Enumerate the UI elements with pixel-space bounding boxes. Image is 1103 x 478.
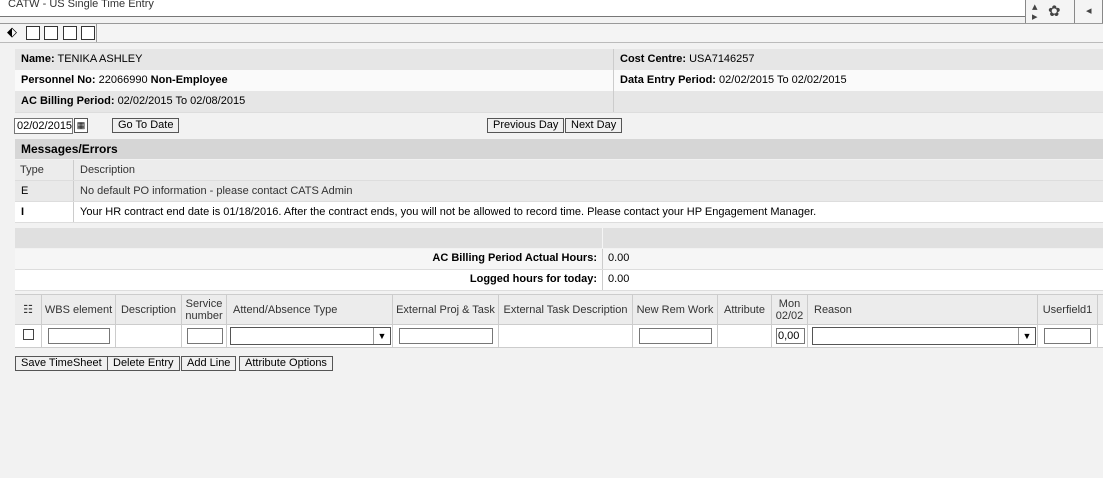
go-to-date-button[interactable]: Go To Date bbox=[112, 118, 180, 133]
col-external-task: External Task Description bbox=[499, 295, 633, 325]
calendar-icon[interactable]: ▦ bbox=[74, 118, 88, 133]
col-description: Description bbox=[80, 164, 136, 176]
message-text: Your HR contract end date is 01/18/2016.… bbox=[80, 206, 817, 218]
col-attend-absence: Attend/Absence Type bbox=[227, 295, 393, 325]
col-external-proj: External Proj & Task bbox=[393, 295, 499, 325]
personnel-label: Personnel No: bbox=[21, 74, 96, 86]
message-row: I Your HR contract end date is 01/18/201… bbox=[15, 202, 1103, 223]
messages-header: Messages/Errors bbox=[15, 139, 1103, 159]
copy-icon[interactable] bbox=[44, 26, 58, 40]
col-description: Description bbox=[116, 295, 182, 325]
service-number-input[interactable] bbox=[187, 328, 223, 344]
col-type: Type bbox=[20, 164, 44, 176]
col-wbs: WBS element bbox=[42, 295, 116, 325]
col-reason: Reason bbox=[808, 295, 1038, 325]
next-day-button[interactable]: Next Day bbox=[565, 118, 623, 133]
userfield1-input[interactable] bbox=[1044, 328, 1091, 344]
billing-hours-value: 0.00 bbox=[608, 252, 630, 264]
scroll-right-icon[interactable]: ▸ bbox=[1032, 10, 1038, 23]
cursor-tool-icon[interactable]: ⬖ bbox=[7, 24, 17, 40]
logged-hours-value: 0.00 bbox=[608, 273, 630, 285]
document-icon[interactable] bbox=[81, 26, 95, 40]
hours-header bbox=[15, 228, 1103, 248]
billing-hours-label: AC Billing Period Actual Hours: bbox=[432, 252, 597, 264]
data-entry-value: 02/02/2015 To 02/02/2015 bbox=[719, 74, 847, 86]
toolbar: ⬖ bbox=[0, 23, 1103, 43]
chevron-down-icon[interactable]: ▼ bbox=[373, 328, 390, 344]
window-title: CATW - US Single Time Entry bbox=[8, 0, 154, 10]
previous-day-button[interactable]: Previous Day bbox=[487, 118, 565, 133]
message-type: E bbox=[21, 185, 29, 197]
name-value: TENIKA ASHLEY bbox=[57, 53, 143, 65]
col-mon: Mon 02/02 bbox=[772, 295, 808, 325]
billing-period-label: AC Billing Period: bbox=[21, 95, 115, 107]
date-input[interactable]: 02/02/2015 bbox=[14, 118, 73, 134]
name-label: Name: bbox=[21, 53, 55, 65]
row-select-checkbox[interactable] bbox=[23, 329, 34, 340]
collapse-left-icon[interactable]: ◂ bbox=[1086, 4, 1092, 17]
attribute-options-button[interactable]: Attribute Options bbox=[239, 356, 333, 371]
new-rem-work-input[interactable] bbox=[639, 328, 712, 344]
messages-col-header: Type Description bbox=[15, 160, 1103, 181]
settings-flower-icon[interactable]: ✿ bbox=[1048, 2, 1061, 20]
logged-hours-row: Logged hours for today: 0.00 bbox=[15, 270, 1103, 291]
message-text: No default PO information - please conta… bbox=[80, 185, 353, 197]
message-row: E No default PO information - please con… bbox=[15, 181, 1103, 202]
messages-title: Messages/Errors bbox=[21, 142, 118, 156]
delete-entry-button[interactable]: Delete Entry bbox=[107, 356, 180, 371]
data-entry-label: Data Entry Period: bbox=[620, 74, 716, 86]
header-row-3: AC Billing Period: 02/02/2015 To 02/08/2… bbox=[15, 91, 1103, 113]
save-icon[interactable] bbox=[26, 26, 40, 40]
wbs-input[interactable] bbox=[48, 328, 110, 344]
col-attribute: Attribute bbox=[718, 295, 772, 325]
add-line-button[interactable]: Add Line bbox=[181, 356, 237, 371]
window-title-bar: CATW - US Single Time Entry bbox=[0, 0, 1103, 17]
timesheet-entry-row: ▼ 0,00 ▼ bbox=[15, 324, 1103, 348]
cost-centre-value: USA7146257 bbox=[689, 53, 755, 65]
mon-hours-input[interactable]: 0,00 bbox=[776, 328, 805, 344]
external-proj-input[interactable] bbox=[399, 328, 493, 344]
timesheet-grid-header: ☷ WBS element Description Service number… bbox=[15, 294, 1103, 325]
col-userfield1: Userfield1 bbox=[1038, 295, 1098, 325]
header-row-1: Name: TENIKA ASHLEY Cost Centre: USA7146… bbox=[15, 49, 1103, 71]
save-timesheet-button[interactable]: Save TimeSheet bbox=[15, 356, 108, 371]
chevron-down-icon[interactable]: ▼ bbox=[1018, 328, 1035, 344]
col-service-number: Service number bbox=[182, 295, 227, 325]
billing-hours-row: AC Billing Period Actual Hours: 0.00 bbox=[15, 249, 1103, 270]
cost-centre-label: Cost Centre: bbox=[620, 53, 687, 65]
reason-select[interactable]: ▼ bbox=[812, 327, 1036, 345]
col-new-rem-work: New Rem Work bbox=[633, 295, 718, 325]
attend-absence-select[interactable]: ▼ bbox=[230, 327, 391, 345]
billing-period-value: 02/02/2015 To 02/08/2015 bbox=[117, 95, 246, 107]
print-icon[interactable] bbox=[63, 26, 77, 40]
message-type: I bbox=[21, 206, 25, 218]
personnel-type: Non-Employee bbox=[150, 74, 228, 86]
select-all-icon[interactable]: ☷ bbox=[15, 295, 42, 325]
logged-hours-label: Logged hours for today: bbox=[469, 273, 597, 285]
personnel-value: 22066990 bbox=[98, 74, 148, 86]
header-row-2: Personnel No: 22066990 Non-Employee Data… bbox=[15, 70, 1103, 92]
